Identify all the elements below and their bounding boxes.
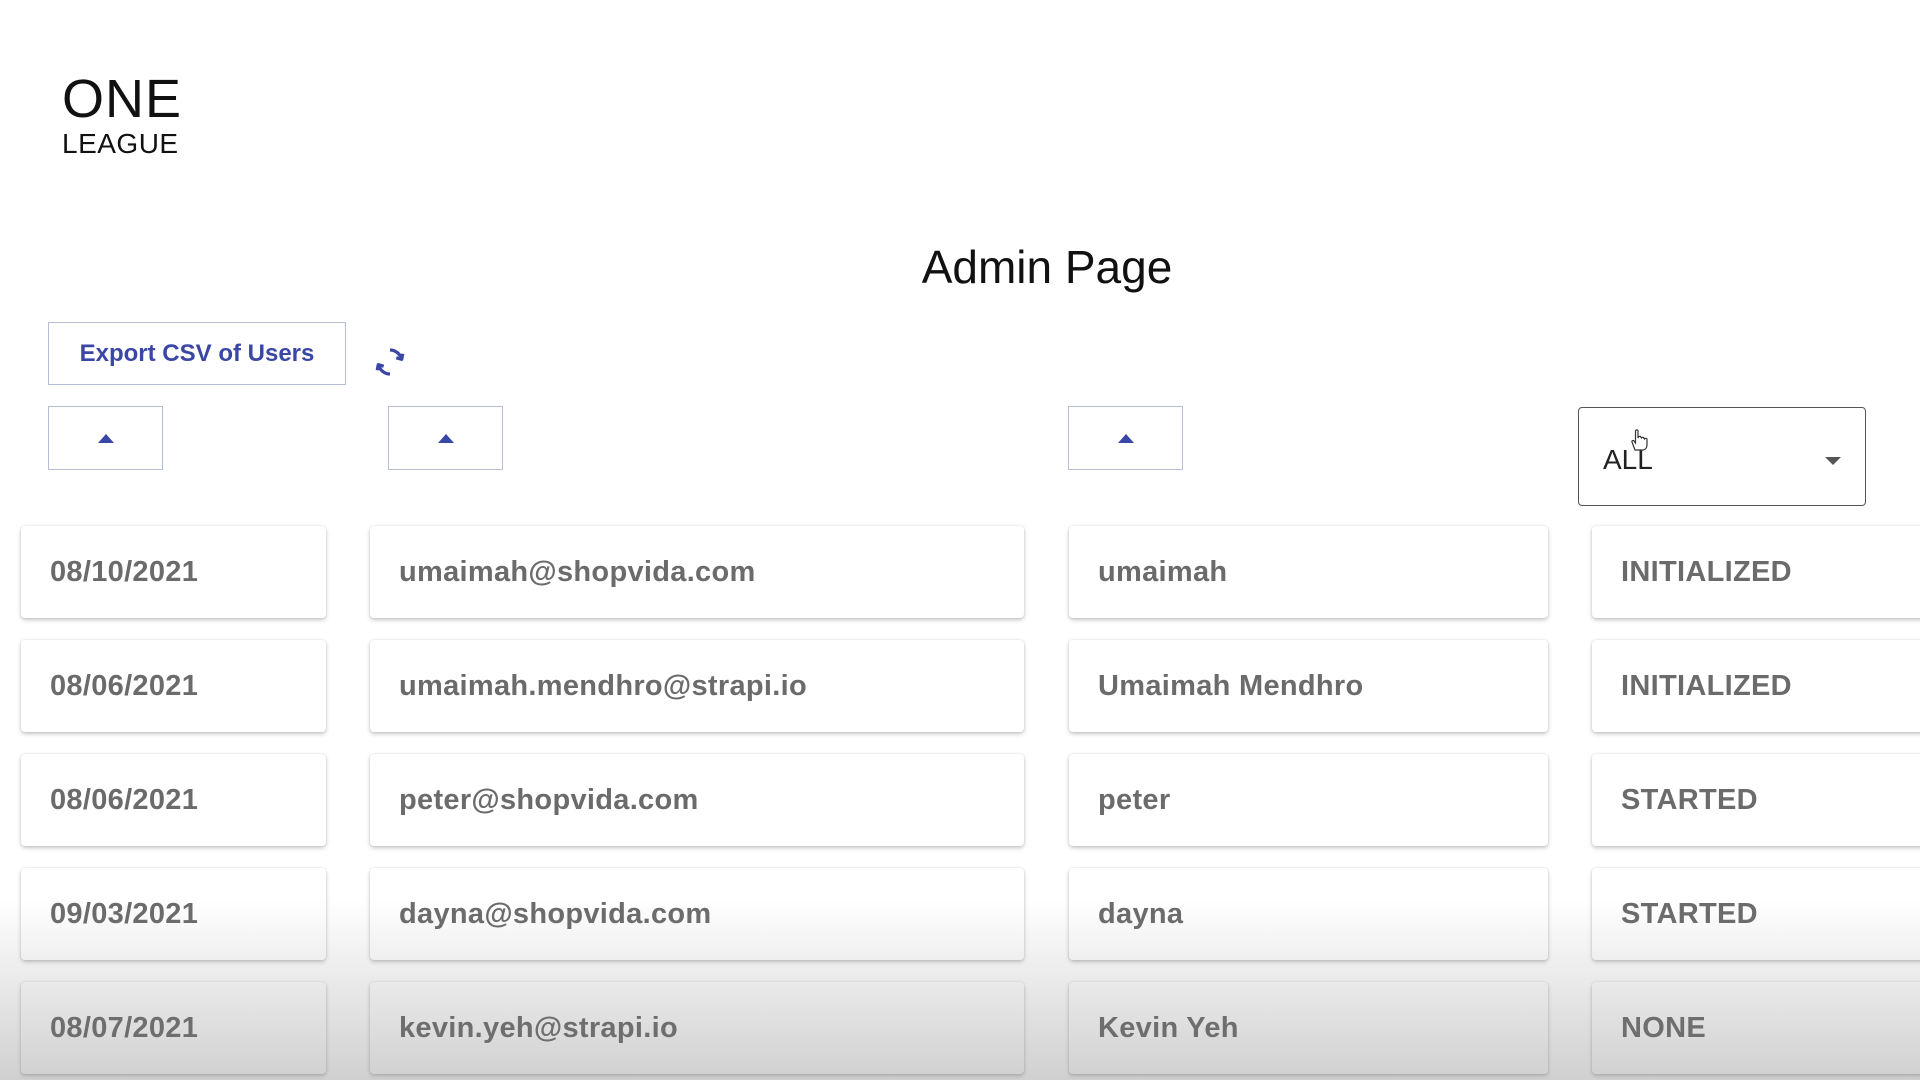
sort-ascending-icon — [97, 433, 114, 443]
user-date-cell[interactable]: 08/06/2021 — [21, 754, 326, 846]
user-name-cell[interactable]: umaimah — [1069, 526, 1548, 618]
user-email-cell[interactable]: umaimah.mendhro@strapi.io — [370, 640, 1024, 732]
sort-email-button[interactable] — [388, 406, 503, 470]
sort-ascending-icon — [437, 433, 454, 443]
user-date-cell[interactable]: 08/06/2021 — [21, 640, 326, 732]
user-status-cell[interactable]: STARTED — [1592, 868, 1920, 960]
sort-date-button[interactable] — [48, 406, 163, 470]
admin-page: ONE LEAGUE Admin Page Export CSV of User… — [0, 0, 1920, 1080]
user-name-cell[interactable]: Umaimah Mendhro — [1069, 640, 1548, 732]
user-name-cell[interactable]: dayna — [1069, 868, 1548, 960]
export-csv-button[interactable]: Export CSV of Users — [48, 322, 346, 385]
sort-name-button[interactable] — [1068, 406, 1183, 470]
sort-ascending-icon — [1117, 433, 1134, 443]
user-name-cell[interactable]: peter — [1069, 754, 1548, 846]
page-title: Admin Page — [921, 241, 1173, 293]
user-email-cell[interactable]: peter@shopvida.com — [370, 754, 1024, 846]
user-status-cell[interactable]: INITIALIZED — [1592, 640, 1920, 732]
user-status-cell[interactable]: NONE — [1592, 982, 1920, 1074]
user-email-cell[interactable]: dayna@shopvida.com — [370, 868, 1024, 960]
user-status-cell[interactable]: INITIALIZED — [1592, 526, 1920, 618]
hand-pointer-icon — [1631, 429, 1648, 451]
logo-line-2: LEAGUE — [62, 128, 179, 159]
logo[interactable]: ONE LEAGUE — [62, 72, 182, 158]
user-name-cell[interactable]: Kevin Yeh — [1069, 982, 1548, 1074]
user-date-cell[interactable]: 09/03/2021 — [21, 868, 326, 960]
user-date-cell[interactable]: 08/07/2021 — [21, 982, 326, 1074]
user-status-cell[interactable]: STARTED — [1592, 754, 1920, 846]
refresh-icon[interactable] — [372, 342, 408, 382]
user-date-cell[interactable]: 08/10/2021 — [21, 526, 326, 618]
logo-line-1: ONE — [62, 69, 183, 129]
chevron-down-icon — [1825, 457, 1841, 465]
status-filter-select[interactable]: ALL — [1578, 407, 1866, 506]
user-email-cell[interactable]: kevin.yeh@strapi.io — [370, 982, 1024, 1074]
user-email-cell[interactable]: umaimah@shopvida.com — [370, 526, 1024, 618]
